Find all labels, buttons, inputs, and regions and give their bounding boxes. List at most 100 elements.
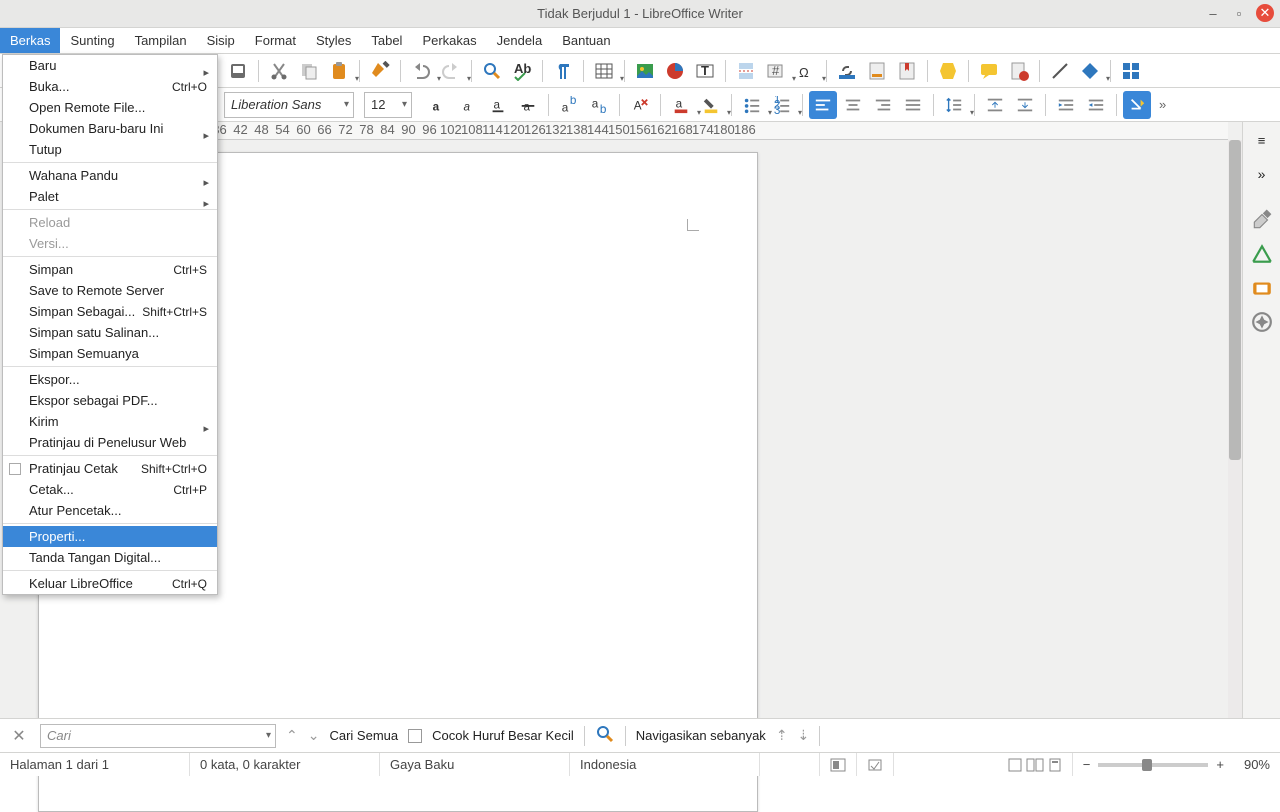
print-preview-icon[interactable]: [224, 57, 252, 85]
menu-item-buka[interactable]: Buka...Ctrl+O: [3, 76, 217, 97]
find-replace-toolbar-icon[interactable]: [595, 724, 615, 747]
menu-styles[interactable]: Styles: [306, 28, 361, 53]
underline-icon[interactable]: a: [484, 91, 512, 119]
zoom-percent[interactable]: 90%: [1234, 753, 1280, 776]
menu-item-palet[interactable]: Palet: [3, 186, 217, 207]
scrollbar-thumb[interactable]: [1229, 140, 1241, 460]
menu-item-pratinjau-cetak[interactable]: Pratinjau CetakShift+Ctrl+O: [3, 458, 217, 479]
status-language[interactable]: Indonesia: [570, 753, 760, 776]
vertical-scrollbar[interactable]: [1228, 140, 1242, 718]
copy-icon[interactable]: [295, 57, 323, 85]
menu-item-ekspor-sebagai-pdf[interactable]: Ekspor sebagai PDF...: [3, 390, 217, 411]
menu-item-kirim[interactable]: Kirim: [3, 411, 217, 432]
toolbar-overflow-icon[interactable]: »: [1159, 97, 1166, 112]
line-icon[interactable]: [1046, 57, 1074, 85]
menu-item-pratinjau-di-penelusur-web[interactable]: Pratinjau di Penelusur Web: [3, 432, 217, 453]
font-name-combo[interactable]: Liberation Sans▾: [224, 92, 354, 118]
track-changes-icon[interactable]: [1005, 57, 1033, 85]
menu-tampilan[interactable]: Tampilan: [125, 28, 197, 53]
menu-item-wahana-pandu[interactable]: Wahana Pandu: [3, 165, 217, 186]
menu-item-dokumen-baru-baru-ini[interactable]: Dokumen Baru-baru Ini: [3, 118, 217, 139]
italic-icon[interactable]: a: [454, 91, 482, 119]
maximize-button[interactable]: ▫: [1230, 4, 1248, 22]
menu-tabel[interactable]: Tabel: [361, 28, 412, 53]
superscript-icon[interactable]: ab: [555, 91, 583, 119]
menu-sisip[interactable]: Sisip: [197, 28, 245, 53]
page-break-icon[interactable]: [732, 57, 760, 85]
sidebar-more-icon[interactable]: »: [1248, 160, 1276, 188]
minimize-button[interactable]: –: [1204, 4, 1222, 22]
status-selection-mode[interactable]: [820, 753, 857, 776]
menu-item-simpan[interactable]: SimpanCtrl+S: [3, 259, 217, 280]
status-signature[interactable]: [857, 753, 894, 776]
zoom-in-icon[interactable]: +: [1216, 757, 1224, 772]
find-all-button[interactable]: Cari Semua: [329, 728, 398, 743]
number-list-icon[interactable]: 123: [768, 91, 796, 119]
sidebar-settings-icon[interactable]: ≡: [1248, 126, 1276, 154]
insert-field-icon[interactable]: #: [762, 57, 790, 85]
align-right-icon[interactable]: [869, 91, 897, 119]
redo-icon[interactable]: [437, 57, 465, 85]
decrease-indent-icon[interactable]: [1082, 91, 1110, 119]
bold-icon[interactable]: a: [424, 91, 452, 119]
insert-textbox-icon[interactable]: T: [691, 57, 719, 85]
format-paintbrush-icon[interactable]: [366, 57, 394, 85]
paragraph-style-icon[interactable]: [1123, 91, 1151, 119]
menu-jendela[interactable]: Jendela: [487, 28, 553, 53]
find-input[interactable]: Cari▾: [40, 724, 276, 748]
menu-item-baru[interactable]: Baru: [3, 55, 217, 76]
menu-item-properti[interactable]: Properti...: [3, 526, 217, 547]
font-color-icon[interactable]: a: [667, 91, 695, 119]
menu-item-cetak[interactable]: Cetak...Ctrl+P: [3, 479, 217, 500]
strikethrough-icon[interactable]: a: [514, 91, 542, 119]
menu-item-atur-pencetak[interactable]: Atur Pencetak...: [3, 500, 217, 521]
menu-item-simpan-satu-salinan[interactable]: Simpan satu Salinan...: [3, 322, 217, 343]
status-insert-mode[interactable]: [760, 753, 820, 776]
menu-item-tanda-tangan-digital[interactable]: Tanda Tangan Digital...: [3, 547, 217, 568]
menu-sunting[interactable]: Sunting: [60, 28, 124, 53]
basic-shapes-icon[interactable]: [1076, 57, 1104, 85]
special-char-icon[interactable]: Ω: [792, 57, 820, 85]
insert-image-icon[interactable]: [631, 57, 659, 85]
zoom-controls[interactable]: − +: [1073, 753, 1234, 776]
show-draw-functions-icon[interactable]: [1117, 57, 1145, 85]
styles-panel-icon[interactable]: [1248, 240, 1276, 268]
navigate-next-icon[interactable]: ⇣: [798, 727, 810, 744]
menu-format[interactable]: Format: [245, 28, 306, 53]
status-view-buttons[interactable]: [998, 753, 1073, 776]
zoom-slider[interactable]: [1098, 763, 1208, 767]
close-button[interactable]: ✕: [1256, 4, 1274, 22]
find-next-icon[interactable]: ⌄: [308, 727, 320, 744]
find-close-icon[interactable]: ✕: [8, 725, 30, 747]
navigate-prev-icon[interactable]: ⇡: [776, 727, 788, 744]
match-case-checkbox[interactable]: [408, 729, 422, 743]
properties-panel-icon[interactable]: [1248, 206, 1276, 234]
hyperlink-icon[interactable]: [833, 57, 861, 85]
align-center-icon[interactable]: [839, 91, 867, 119]
undo-icon[interactable]: [407, 57, 435, 85]
menu-item-simpan-semuanya[interactable]: Simpan Semuanya: [3, 343, 217, 364]
spellcheck-icon[interactable]: Abc: [508, 57, 536, 85]
menu-item-tutup[interactable]: Tutup: [3, 139, 217, 160]
menu-item-simpan-sebagai[interactable]: Simpan Sebagai...Shift+Ctrl+S: [3, 301, 217, 322]
increase-spacing-icon[interactable]: [981, 91, 1009, 119]
status-style[interactable]: Gaya Baku: [380, 753, 570, 776]
bookmark-icon[interactable]: [893, 57, 921, 85]
find-replace-icon[interactable]: [478, 57, 506, 85]
align-justify-icon[interactable]: [899, 91, 927, 119]
font-size-combo[interactable]: 12▾: [364, 92, 412, 118]
line-spacing-icon[interactable]: [940, 91, 968, 119]
navigator-panel-icon[interactable]: [1248, 308, 1276, 336]
align-left-icon[interactable]: [809, 91, 837, 119]
menu-perkakas[interactable]: Perkakas: [412, 28, 486, 53]
zoom-out-icon[interactable]: −: [1083, 757, 1091, 772]
paste-icon[interactable]: [325, 57, 353, 85]
menu-item-save-to-remote-server[interactable]: Save to Remote Server: [3, 280, 217, 301]
formatting-marks-icon[interactable]: [549, 57, 577, 85]
cut-icon[interactable]: [265, 57, 293, 85]
menu-item-ekspor[interactable]: Ekspor...: [3, 369, 217, 390]
decrease-spacing-icon[interactable]: [1011, 91, 1039, 119]
subscript-icon[interactable]: ab: [585, 91, 613, 119]
clear-formatting-icon[interactable]: A: [626, 91, 654, 119]
gallery-panel-icon[interactable]: [1248, 274, 1276, 302]
